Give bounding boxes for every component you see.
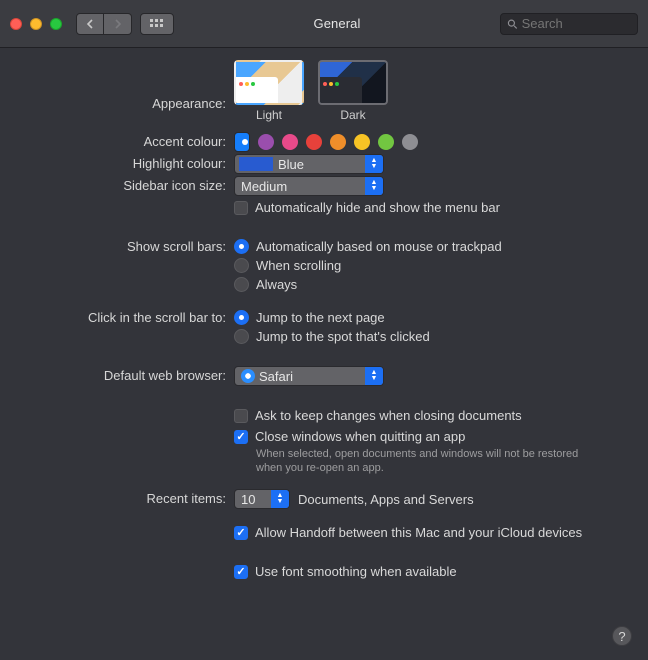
recent-value: 10 <box>241 492 255 507</box>
checkbox-icon <box>234 430 248 444</box>
sidebar-size-label: Sidebar icon size: <box>18 176 234 193</box>
browser-label: Default web browser: <box>18 366 234 383</box>
close-windows-hint: When selected, open documents and window… <box>234 447 594 475</box>
highlight-select[interactable]: Blue ▲▼ <box>234 154 384 174</box>
close-windows-label: Close windows when quitting an app <box>255 429 465 444</box>
accent-swatch[interactable] <box>378 134 394 150</box>
accent-swatch[interactable] <box>330 134 346 150</box>
accent-swatches <box>234 132 630 152</box>
chevron-updown-icon: ▲▼ <box>365 367 383 385</box>
zoom-button[interactable] <box>50 18 62 30</box>
ask-changes-label: Ask to keep changes when closing documen… <box>255 408 522 423</box>
radio-option[interactable]: Always <box>234 275 630 294</box>
browser-value: Safari <box>259 369 293 384</box>
sidebar-size-select[interactable]: Medium ▲▼ <box>234 176 384 196</box>
radio-option[interactable]: Jump to the next page <box>234 308 630 327</box>
scroll-bars-group: Automatically based on mouse or trackpad… <box>234 237 630 294</box>
click-scroll-label: Click in the scroll bar to: <box>18 308 234 325</box>
accent-label: Accent colour: <box>18 132 234 149</box>
checkbox-icon <box>234 526 248 540</box>
accent-swatch[interactable] <box>402 134 418 150</box>
appearance-light[interactable]: Light <box>234 60 304 122</box>
auto-hide-menu-checkbox[interactable]: Automatically hide and show the menu bar <box>234 198 630 217</box>
close-button[interactable] <box>10 18 22 30</box>
radio-icon <box>234 310 249 325</box>
titlebar: General <box>0 0 648 48</box>
radio-option[interactable]: Jump to the spot that's clicked <box>234 327 630 346</box>
prefs-content: Appearance: Light Dark <box>0 48 648 603</box>
font-smoothing-checkbox[interactable]: Use font smoothing when available <box>234 562 630 581</box>
show-all-button[interactable] <box>140 13 174 35</box>
handoff-checkbox[interactable]: Allow Handoff between this Mac and your … <box>234 523 630 542</box>
radio-label: Automatically based on mouse or trackpad <box>256 239 502 254</box>
radio-label: Jump to the spot that's clicked <box>256 329 430 344</box>
accent-swatch[interactable] <box>234 132 250 152</box>
chevron-updown-icon: ▲▼ <box>365 155 383 173</box>
minimize-button[interactable] <box>30 18 42 30</box>
search-field[interactable] <box>500 13 638 35</box>
appearance-light-label: Light <box>234 108 304 122</box>
radio-icon <box>234 277 249 292</box>
radio-option[interactable]: Automatically based on mouse or trackpad <box>234 237 630 256</box>
auto-hide-menu-label: Automatically hide and show the menu bar <box>255 200 500 215</box>
help-button[interactable]: ? <box>612 626 632 646</box>
radio-icon <box>234 329 249 344</box>
appearance-label: Appearance: <box>18 72 234 111</box>
accent-swatch[interactable] <box>258 134 274 150</box>
chevron-updown-icon: ▲▼ <box>271 490 289 508</box>
sidebar-size-value: Medium <box>241 179 287 194</box>
radio-label: Always <box>256 277 297 292</box>
appearance-dark[interactable]: Dark <box>318 60 388 122</box>
chevron-updown-icon: ▲▼ <box>365 177 383 195</box>
ask-changes-checkbox[interactable]: Ask to keep changes when closing documen… <box>234 406 630 425</box>
forward-button[interactable] <box>104 13 132 35</box>
recent-select[interactable]: 10 ▲▼ <box>234 489 290 509</box>
radio-label: Jump to the next page <box>256 310 385 325</box>
search-icon <box>507 18 518 30</box>
accent-swatch[interactable] <box>282 134 298 150</box>
nav-buttons <box>76 13 132 35</box>
highlight-value: Blue <box>278 157 304 172</box>
radio-label: When scrolling <box>256 258 341 273</box>
window-title: General <box>182 16 492 31</box>
radio-option[interactable]: When scrolling <box>234 256 630 275</box>
radio-icon <box>234 239 249 254</box>
checkbox-icon <box>234 201 248 215</box>
back-button[interactable] <box>76 13 104 35</box>
scroll-bars-label: Show scroll bars: <box>18 237 234 254</box>
highlight-swatch <box>239 157 273 171</box>
accent-swatch[interactable] <box>354 134 370 150</box>
appearance-dark-label: Dark <box>318 108 388 122</box>
close-windows-checkbox[interactable]: Close windows when quitting an app <box>234 427 630 446</box>
checkbox-icon <box>234 409 248 423</box>
search-input[interactable] <box>522 16 631 31</box>
checkbox-icon <box>234 565 248 579</box>
highlight-label: Highlight colour: <box>18 154 234 171</box>
safari-icon <box>241 369 255 383</box>
recent-suffix: Documents, Apps and Servers <box>298 492 474 507</box>
click-scroll-group: Jump to the next page Jump to the spot th… <box>234 308 630 346</box>
handoff-label: Allow Handoff between this Mac and your … <box>255 525 582 540</box>
accent-swatch[interactable] <box>306 134 322 150</box>
recent-label: Recent items: <box>18 489 234 506</box>
font-smoothing-label: Use font smoothing when available <box>255 564 457 579</box>
radio-icon <box>234 258 249 273</box>
browser-select[interactable]: Safari ▲▼ <box>234 366 384 386</box>
window-controls <box>10 18 62 30</box>
